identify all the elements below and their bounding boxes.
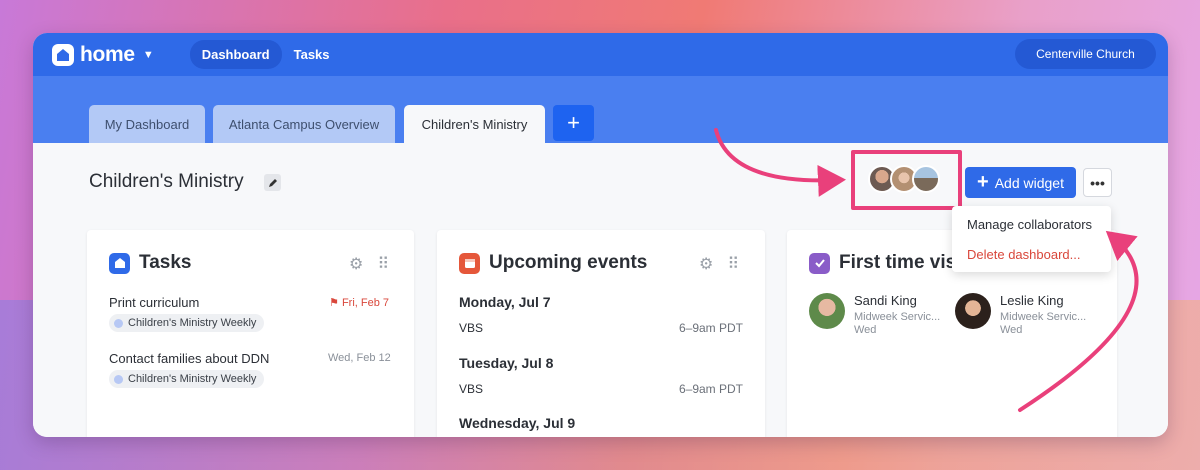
tag-dot [114, 374, 123, 384]
event-time: 6–9am PDT [678, 382, 743, 396]
gear-icon[interactable]: ⚙ [699, 254, 713, 274]
task-due-date: Wed, Feb 12 [328, 352, 391, 364]
flag-icon: ⚑ [329, 297, 339, 309]
add-widget-button[interactable]: + Add widget [965, 167, 1076, 198]
drag-handle-icon[interactable]: ⠿ [377, 254, 389, 274]
visitor-day: Wed [854, 324, 877, 336]
avatar [809, 293, 845, 329]
app-window: home ▼ Dashboard Tasks Centerville Churc… [33, 33, 1168, 437]
menu-delete-dashboard[interactable]: Delete dashboard... [952, 239, 1111, 269]
task-name[interactable]: Contact families about DDN [109, 351, 269, 366]
widget-title: Upcoming events [489, 252, 648, 273]
tab-childrens-ministry[interactable]: Children's Ministry [404, 105, 545, 143]
avatar[interactable] [912, 165, 940, 193]
checkmark-icon [809, 252, 830, 274]
task-tag-label: Children's Ministry Weekly [128, 317, 257, 329]
top-nav-bar: home ▼ Dashboard Tasks Centerville Churc… [33, 33, 1168, 76]
edit-title-button[interactable] [264, 174, 281, 191]
pencil-icon [268, 178, 277, 187]
visitor-entry[interactable]: Leslie King Midweek Servic... Wed [955, 293, 1086, 336]
nav-tasks[interactable]: Tasks [282, 40, 342, 69]
dashboard-tabs: My Dashboard Atlanta Campus Overview Chi… [33, 76, 1168, 143]
event-name[interactable]: VBS [459, 382, 483, 396]
widget-title: First time vis [839, 252, 957, 273]
home-icon [109, 252, 130, 274]
event-day: Tuesday, Jul 8 [459, 355, 554, 371]
event-day: Monday, Jul 7 [459, 294, 551, 310]
tab-my-dashboard[interactable]: My Dashboard [89, 105, 205, 143]
nav-dashboard[interactable]: Dashboard [189, 40, 282, 69]
dashboard-content: Children's Ministry + Add widget ••• Man… [33, 143, 1168, 437]
tasks-widget: Tasks ⚙ ⠿ Print curriculum ⚑ Fri, Feb 7 … [87, 230, 414, 437]
menu-manage-collaborators[interactable]: Manage collaborators [952, 209, 1111, 239]
visitor-service: Midweek Servic... [1000, 311, 1087, 323]
task-tag-label: Children's Ministry Weekly [128, 373, 257, 385]
home-icon [52, 43, 74, 66]
add-tab-button[interactable]: + [553, 105, 594, 141]
task-tag: Children's Ministry Weekly [109, 314, 265, 332]
app-name: home [80, 42, 135, 66]
visitor-name: Sandi King [854, 293, 917, 308]
options-menu: Manage collaborators Delete dashboard... [952, 206, 1111, 272]
main-nav: Dashboard Tasks [189, 40, 342, 69]
tag-dot [114, 318, 123, 328]
chevron-down-icon[interactable]: ▼ [143, 49, 154, 61]
app-logo[interactable]: home ▼ [52, 43, 154, 67]
visitor-service: Midweek Servic... [854, 311, 941, 323]
drag-handle-icon[interactable]: ⠿ [727, 254, 739, 274]
plus-icon: + [977, 171, 989, 193]
visitor-day: Wed [1000, 324, 1023, 336]
event-name[interactable]: VBS [459, 321, 483, 335]
add-widget-label: Add widget [994, 174, 1064, 191]
tab-atlanta-campus[interactable]: Atlanta Campus Overview [213, 105, 395, 143]
event-day: Wednesday, Jul 9 [459, 415, 576, 431]
widget-title: Tasks [139, 252, 192, 273]
events-widget: Upcoming events ⚙ ⠿ Monday, Jul 7 VBS 6–… [437, 230, 765, 437]
task-name[interactable]: Print curriculum [109, 295, 199, 310]
calendar-icon [459, 252, 480, 274]
visitor-entry[interactable]: Sandi King Midweek Servic... Wed [809, 293, 940, 336]
task-tag: Children's Ministry Weekly [109, 370, 265, 388]
collaborator-avatars[interactable] [868, 165, 940, 193]
visitor-name: Leslie King [1000, 293, 1064, 308]
org-switcher[interactable]: Centerville Church [1015, 39, 1156, 69]
gear-icon[interactable]: ⚙ [349, 254, 363, 274]
task-due-date-text: Fri, Feb 7 [341, 297, 390, 309]
more-options-button[interactable]: ••• [1083, 168, 1112, 197]
task-due-date: ⚑ Fri, Feb 7 [329, 296, 389, 309]
event-time: 6–9am PDT [678, 321, 743, 335]
avatar [955, 293, 991, 329]
page-title: Children's Ministry [89, 171, 244, 192]
